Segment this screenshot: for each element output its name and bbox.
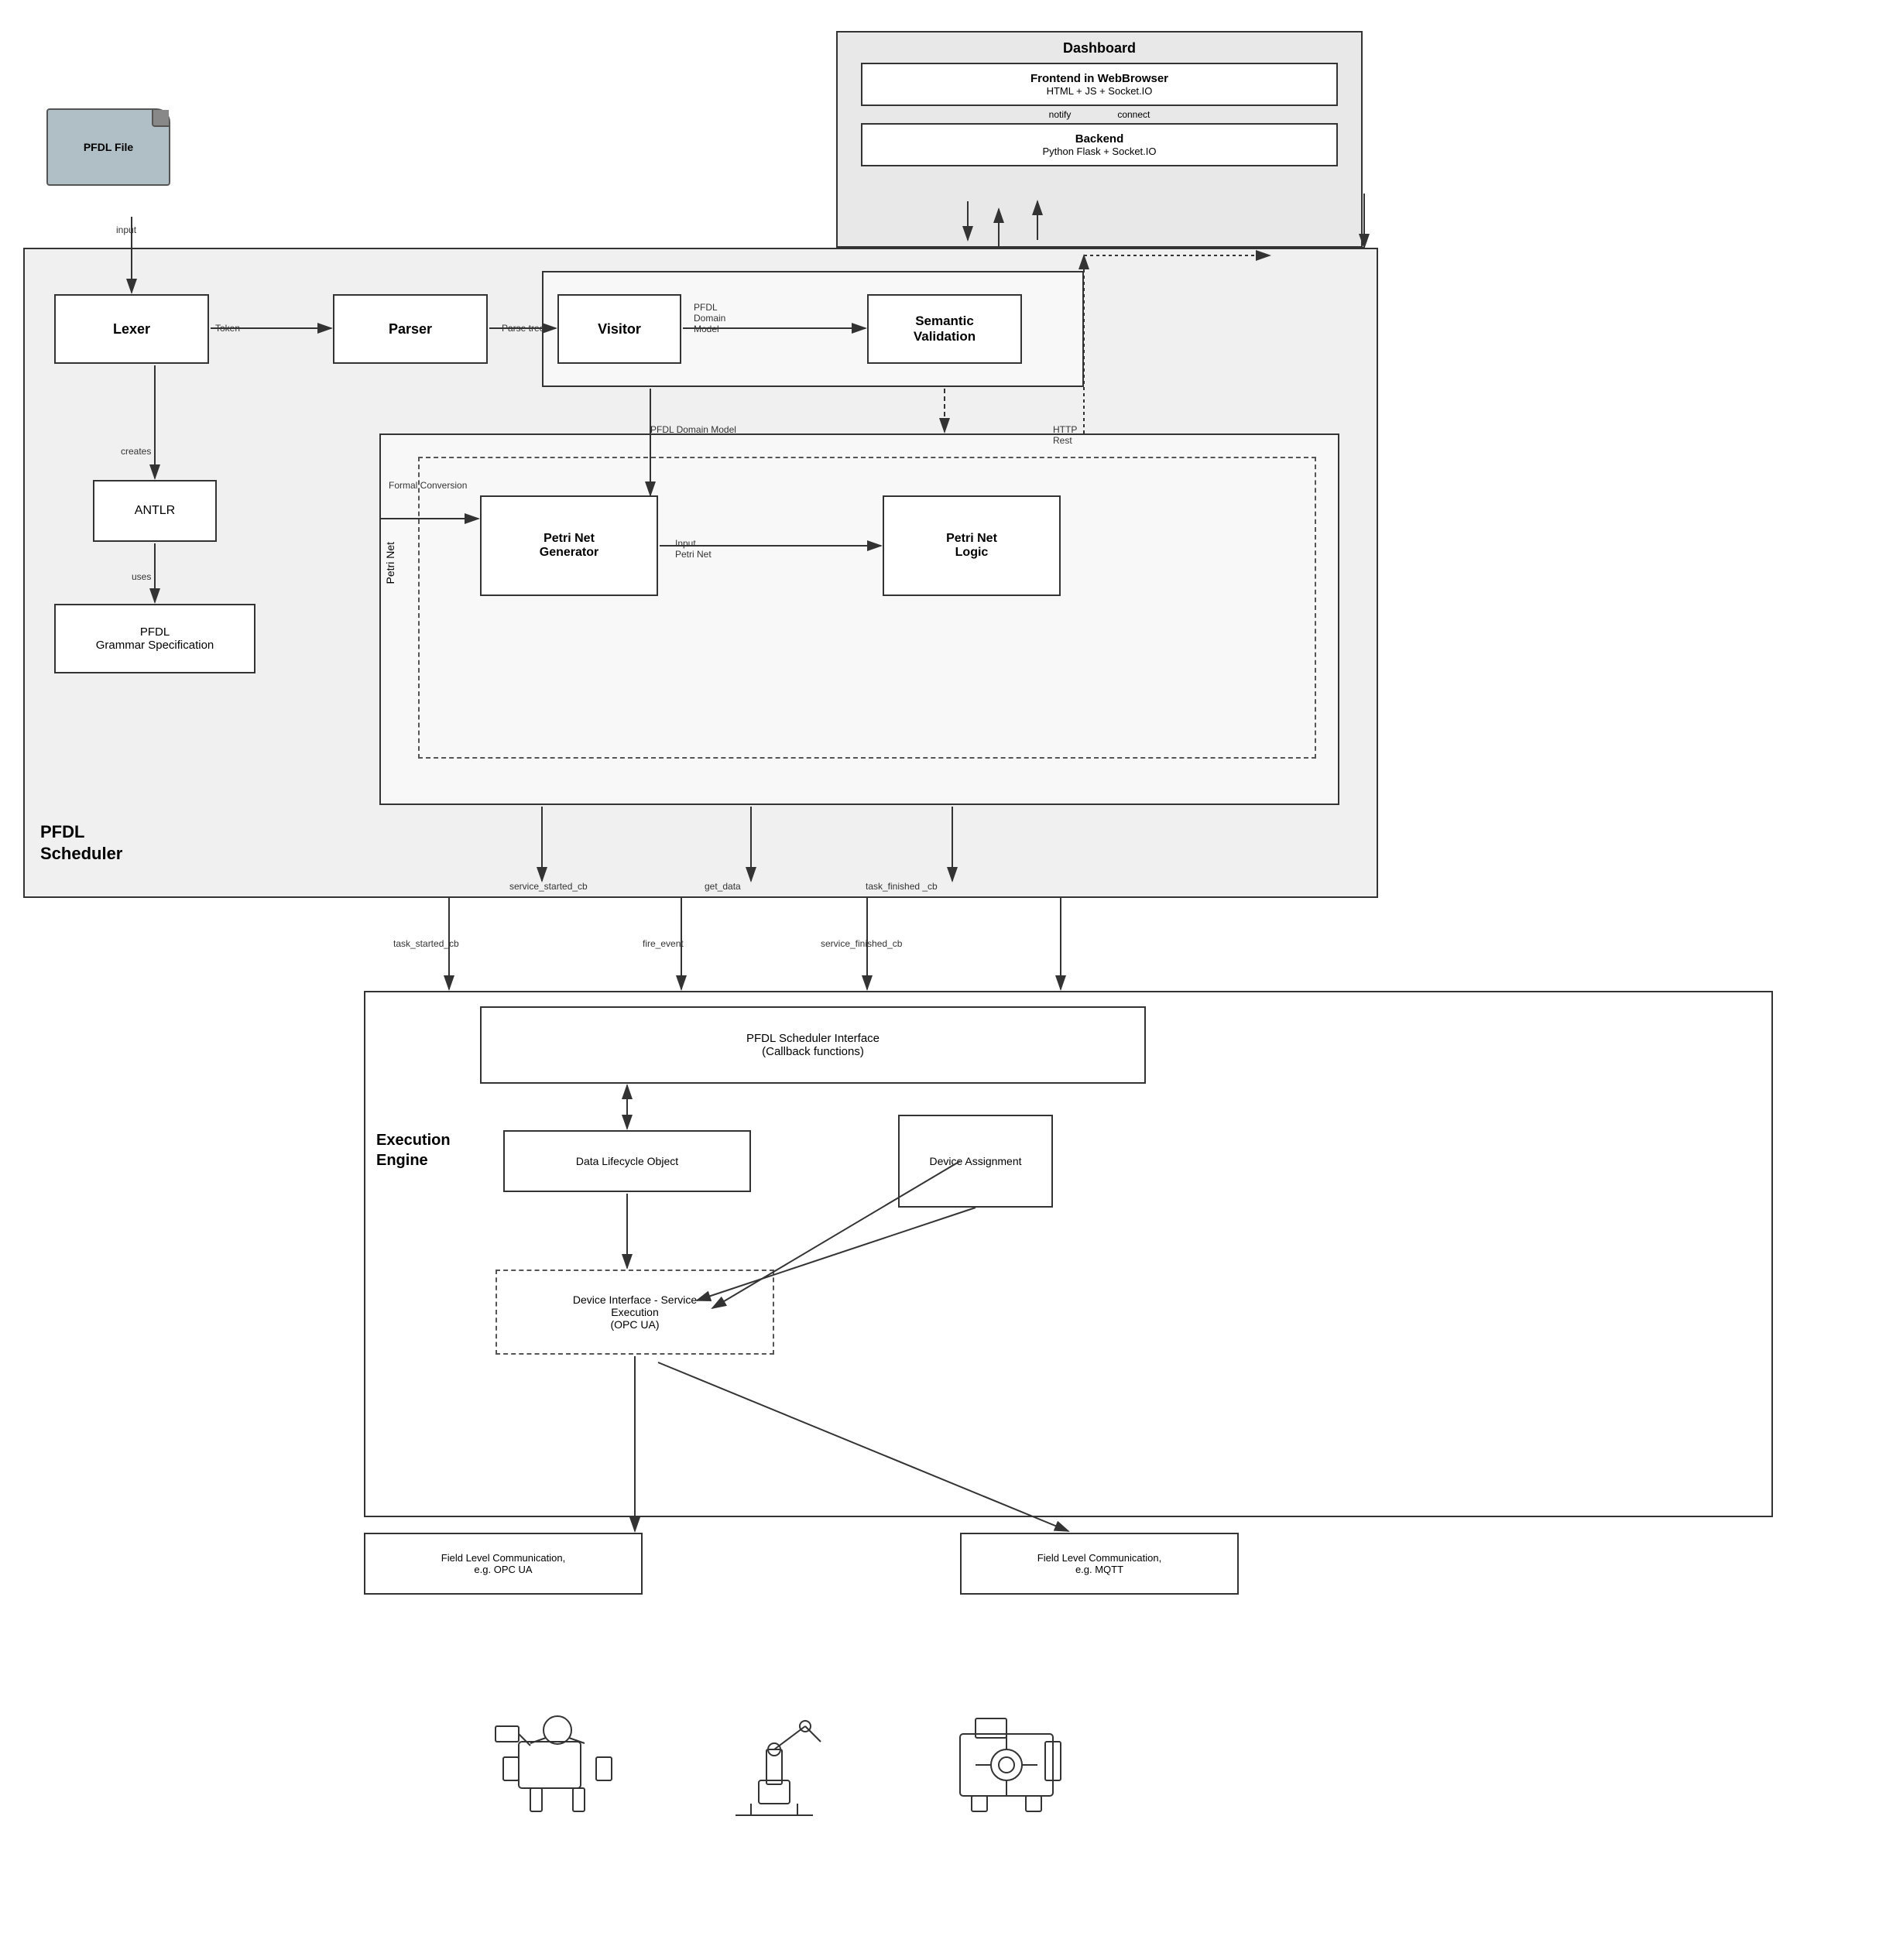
parse-tree-label: Parse tree xyxy=(502,323,544,334)
grammar-box: PFDLGrammar Specification xyxy=(54,604,255,673)
data-lifecycle-label: Data Lifecycle Object xyxy=(576,1155,678,1167)
notify-label: notify xyxy=(1049,109,1072,120)
lexer-box: Lexer xyxy=(54,294,209,364)
device-interface-label: Device Interface - ServiceExecution(OPC … xyxy=(573,1294,697,1331)
dashboard-box: Dashboard Frontend in WebBrowser HTML + … xyxy=(836,31,1363,248)
antlr-label: ANTLR xyxy=(135,504,175,518)
formal-conversion-label: Formal Conversion xyxy=(389,480,467,491)
visitor-box: Visitor xyxy=(557,294,681,364)
task-started-cb-label: task_started_cb xyxy=(393,938,459,949)
pfdl-file: PFDL File xyxy=(46,108,178,201)
field-comm-left-label: Field Level Communication,e.g. OPC UA xyxy=(441,1552,565,1575)
antlr-box: ANTLR xyxy=(93,480,217,542)
get-data-label: get_data xyxy=(705,881,741,892)
lexer-label: Lexer xyxy=(113,321,150,338)
petrinet-label: Petri Net xyxy=(384,542,396,584)
semantic-box: SemanticValidation xyxy=(867,294,1022,364)
service-started-cb-label: service_started_cb xyxy=(509,881,588,892)
pfdl-domain-model-label: PFDLDomainModel xyxy=(694,302,725,334)
visitor-label: Visitor xyxy=(598,321,641,338)
machine-1 xyxy=(480,1688,635,1827)
petri-logic-box: Petri NetLogic xyxy=(883,495,1061,596)
field-comm-right-label: Field Level Communication,e.g. MQTT xyxy=(1037,1552,1161,1575)
creates-label: creates xyxy=(121,446,151,457)
petri-gen-label: Petri NetGenerator xyxy=(540,532,598,560)
frontend-title: Frontend in WebBrowser xyxy=(870,72,1329,85)
scheduler-label: PFDL Scheduler xyxy=(40,821,122,865)
grammar-label: PFDLGrammar Specification xyxy=(96,625,214,652)
dashboard-title: Dashboard xyxy=(838,33,1361,63)
machine-3 xyxy=(929,1688,1084,1827)
http-rest-label: HTTPRest xyxy=(1053,424,1077,446)
machine-2 xyxy=(697,1688,852,1827)
field-comm-left: Field Level Communication,e.g. OPC UA xyxy=(364,1533,643,1595)
frontend-box: Frontend in WebBrowser HTML + JS + Socke… xyxy=(861,63,1338,106)
backend-subtitle: Python Flask + Socket.IO xyxy=(870,146,1329,157)
pfdl-file-label: PFDL File xyxy=(84,141,133,153)
backend-title: Backend xyxy=(870,132,1329,146)
notify-connect-row: notify connect xyxy=(838,106,1361,123)
semantic-label: SemanticValidation xyxy=(914,314,976,344)
fire-event-label: fire_event xyxy=(643,938,684,949)
task-finished-cb-label: task_finished _cb xyxy=(866,881,938,892)
pfdl-interface-box: PFDL Scheduler Interface(Callback functi… xyxy=(480,1006,1146,1084)
token-label: Token xyxy=(215,323,240,334)
parser-label: Parser xyxy=(389,321,432,338)
connect-label: connect xyxy=(1117,109,1150,120)
petri-gen-box: Petri NetGenerator xyxy=(480,495,658,596)
exec-engine-label: ExecutionEngine xyxy=(376,1130,451,1170)
uses-label: uses xyxy=(132,571,151,582)
backend-box: Backend Python Flask + Socket.IO xyxy=(861,123,1338,166)
device-assignment-label: Device Assignment xyxy=(929,1155,1021,1167)
pfdl-interface-label: PFDL Scheduler Interface(Callback functi… xyxy=(746,1032,880,1058)
parser-box: Parser xyxy=(333,294,488,364)
input-petri-net-label: InputPetri Net xyxy=(675,538,712,560)
service-finished-cb-label: service_finished_cb xyxy=(821,938,902,949)
device-interface-box: Device Interface - ServiceExecution(OPC … xyxy=(496,1270,774,1355)
input-label: input xyxy=(116,224,136,235)
pfdl-domain-model-bottom: PFDL Domain Model xyxy=(650,424,736,435)
pfdl-file-shape: PFDL File xyxy=(46,108,170,186)
petri-logic-label: Petri NetLogic xyxy=(946,532,997,560)
data-lifecycle-box: Data Lifecycle Object xyxy=(503,1130,751,1192)
device-assignment-box: Device Assignment xyxy=(898,1115,1053,1208)
frontend-subtitle: HTML + JS + Socket.IO xyxy=(870,85,1329,97)
field-comm-right: Field Level Communication,e.g. MQTT xyxy=(960,1533,1239,1595)
diagram-container: Dashboard Frontend in WebBrowser HTML + … xyxy=(0,0,1886,1960)
